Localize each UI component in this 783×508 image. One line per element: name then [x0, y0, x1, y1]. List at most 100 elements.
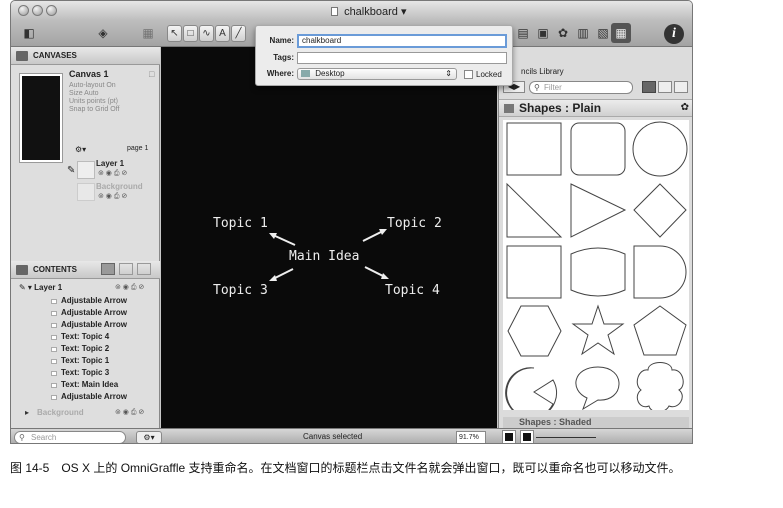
topic2-text[interactable]: Topic 2	[387, 216, 442, 231]
topic4-text[interactable]: Topic 4	[385, 283, 440, 298]
search-input[interactable]: ⚲ Search	[14, 431, 126, 443]
canvas-add-icon[interactable]: □	[149, 69, 154, 79]
list-item[interactable]: Text: Topic 3	[11, 367, 160, 379]
list-view-icon[interactable]	[674, 81, 688, 93]
line-style-swatch[interactable]	[536, 437, 596, 438]
rounded-rectangle-shape[interactable]	[570, 122, 626, 176]
page-label: page 1	[127, 145, 149, 152]
popup-arrows-icon: ⇕	[445, 69, 452, 78]
pacman-shape[interactable]	[505, 367, 558, 419]
hexagon-shape[interactable]	[507, 305, 562, 357]
status-text: Canvas selected	[303, 432, 363, 441]
shape-tool-icon[interactable]: □	[183, 25, 198, 42]
stencils-library-label: ncils Library	[521, 67, 564, 76]
d-shape[interactable]	[633, 245, 687, 299]
layer-thumbnail[interactable]	[77, 161, 95, 179]
topic1-text[interactable]: Topic 1	[213, 216, 268, 231]
stencil-icon[interactable]: ▤	[513, 23, 533, 43]
zoom-field[interactable]: 91.7%	[456, 431, 486, 443]
action-menu-icon[interactable]: ⚙▾	[136, 431, 162, 443]
selection-tool-icon[interactable]: ↖	[167, 25, 182, 42]
document-icon[interactable]: ▧	[593, 23, 613, 43]
info-icon[interactable]: i	[664, 24, 684, 44]
canvas[interactable]: Main Idea Topic 1 Topic 2 Topic 3 Topic …	[161, 47, 497, 428]
pencil-icon: ✎ ▾	[19, 283, 35, 292]
pentagon-shape[interactable]	[633, 305, 687, 356]
locked-checkbox[interactable]	[464, 70, 473, 79]
stencils-icon[interactable]: ▦	[611, 23, 631, 43]
star-shape[interactable]	[571, 304, 625, 356]
gear-icon[interactable]: ✿	[553, 23, 573, 43]
rename-popover: Name: chalkboard Tags: Where: Desktop ⇕ …	[255, 25, 513, 86]
tree-root-row[interactable]: ✎ ▾ Layer 1 ⊚ ◉ ⎙ ⊘	[11, 282, 160, 294]
topic3-text[interactable]: Topic 3	[213, 283, 268, 298]
next-section-header[interactable]: Shapes : Shaded	[503, 417, 689, 428]
arrow-topic2[interactable]	[362, 230, 384, 242]
zoom-button[interactable]	[46, 5, 57, 16]
list-item[interactable]: Adjustable Arrow	[11, 319, 160, 331]
line-tool-icon[interactable]: ╱	[231, 25, 246, 42]
arrow-topic1[interactable]	[272, 234, 296, 246]
grid-view-icon[interactable]	[137, 263, 151, 275]
search-icon: ⚲	[534, 83, 540, 92]
background-layer-name[interactable]: Background	[96, 182, 143, 191]
minimize-button[interactable]	[32, 5, 43, 16]
background-visibility-icons[interactable]: ⊚ ◉ ⎙ ⊘	[98, 192, 127, 201]
text-tool-icon[interactable]: A	[215, 25, 230, 42]
cloud-shape[interactable]	[636, 362, 684, 413]
canvas-thumbnail[interactable]	[19, 73, 63, 163]
stroke-color-swatch[interactable]	[520, 430, 534, 443]
circle-shape[interactable]	[632, 121, 688, 177]
rectangle-shape[interactable]	[506, 122, 562, 176]
document-title[interactable]: chalkboard ▾	[331, 5, 406, 18]
speech-bubble-shape[interactable]	[575, 366, 620, 411]
canvas-name[interactable]: Canvas 1	[69, 69, 109, 79]
list-view-icon[interactable]	[101, 263, 115, 275]
canvas-icon[interactable]: ▥	[573, 23, 593, 43]
list-item[interactable]: Adjustable Arrow	[11, 391, 160, 403]
fill-color-swatch[interactable]	[502, 430, 516, 443]
folder-icon	[301, 70, 310, 77]
grid-icon[interactable]: ▣	[533, 23, 553, 43]
tree-background-row[interactable]: ▸ Background ⊚ ◉ ⎙ ⊘	[11, 407, 160, 419]
layer-options-icon[interactable]: ⚙▾	[75, 145, 86, 154]
square-shape[interactable]	[506, 245, 562, 299]
list-item[interactable]: Text: Topic 4	[11, 331, 160, 343]
small-icons-view-icon[interactable]	[658, 81, 672, 93]
main-idea-text[interactable]: Main Idea	[289, 249, 359, 264]
layer-visibility-icons[interactable]: ⊚ ◉ ⎙ ⊘	[115, 282, 144, 294]
sidebar-toggle-icon[interactable]: ◧	[19, 23, 39, 43]
barrel-shape[interactable]	[570, 247, 626, 297]
arrow-topic3[interactable]	[272, 268, 294, 280]
status-bar: ⚲ Search ⚙▾ Canvas selected 91.7%	[11, 428, 692, 443]
shapes-grid	[503, 120, 689, 419]
filter-input[interactable]: ⚲ Filter	[529, 81, 633, 94]
list-item[interactable]: Text: Main Idea	[11, 379, 160, 391]
close-button[interactable]	[18, 5, 29, 16]
layer-visibility-icons[interactable]: ⊚ ◉ ⎙ ⊘	[98, 169, 127, 178]
title-bar: chalkboard ▾	[11, 1, 692, 21]
background-visibility-icons[interactable]: ⊚ ◉ ⎙ ⊘	[115, 407, 144, 419]
arrows-layer	[269, 229, 389, 281]
layers-icon[interactable]: ◈	[93, 23, 113, 43]
style-icon[interactable]: ▦	[138, 23, 158, 43]
arrow-topic4[interactable]	[364, 266, 386, 278]
diamond-shape[interactable]	[633, 183, 687, 238]
outline-view-icon[interactable]	[119, 263, 133, 275]
list-item[interactable]: Text: Topic 1	[11, 355, 160, 367]
list-item[interactable]: Adjustable Arrow	[11, 295, 160, 307]
layer-name[interactable]: Layer 1	[96, 159, 124, 168]
large-icons-view-icon[interactable]	[642, 81, 656, 93]
gear-icon[interactable]: ✿	[681, 102, 689, 113]
background-thumbnail[interactable]	[77, 183, 95, 201]
pencil-icon[interactable]: ✎	[67, 165, 75, 176]
name-field[interactable]: chalkboard	[297, 34, 507, 48]
pen-tool-icon[interactable]: ∿	[199, 25, 214, 42]
where-popup[interactable]: Desktop ⇕	[297, 68, 457, 80]
right-triangle-shape[interactable]	[506, 182, 563, 238]
list-item[interactable]: Text: Topic 2	[11, 343, 160, 355]
tags-field[interactable]	[297, 52, 507, 64]
triangle-shape[interactable]	[570, 183, 627, 238]
list-item[interactable]: Adjustable Arrow	[11, 307, 160, 319]
chevron-down-icon: ▾	[400, 6, 407, 18]
